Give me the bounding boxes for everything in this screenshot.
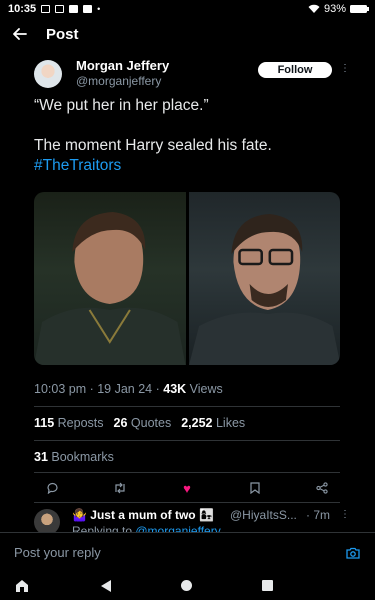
media-image-left[interactable]	[34, 192, 186, 365]
views-count: 43K	[163, 382, 187, 396]
tweet-meta: 10:03 pm · 19 Jan 24 · 43K Views	[34, 382, 223, 396]
repost-button[interactable]	[112, 480, 128, 496]
divider	[34, 502, 340, 503]
tweet-text-line: “We put her in her place.”	[34, 97, 209, 114]
back-button[interactable]	[0, 20, 40, 48]
quotes-stat[interactable]: 26 Quotes	[114, 416, 172, 430]
nav-recents-icon[interactable]	[262, 580, 273, 591]
replying-to-mention[interactable]: @morganjeffery	[135, 524, 220, 532]
quotes-count: 26	[113, 416, 128, 430]
avatar[interactable]	[34, 60, 62, 88]
notification-icon	[41, 5, 51, 13]
reposts-stat[interactable]: 115 Reposts	[34, 416, 104, 430]
page-title: Post	[46, 25, 79, 43]
tweet-timestamp: 10:03 pm · 19 Jan 24 ·	[34, 382, 164, 396]
follow-button[interactable]: Follow	[258, 62, 332, 78]
divider	[34, 406, 340, 407]
bookmarks-count: 31	[34, 450, 48, 464]
camera-button[interactable]	[345, 545, 361, 561]
status-time: 10:35	[8, 3, 37, 15]
system-nav-bar	[0, 572, 375, 600]
bookmarks-stat[interactable]: 31 Bookmarks	[34, 450, 114, 464]
repost-icon	[114, 482, 125, 494]
battery-icon	[350, 5, 369, 13]
replying-to: Replying to @morganjeffery	[72, 524, 221, 532]
reply-button[interactable]	[44, 480, 60, 496]
facebook-icon	[69, 5, 79, 13]
status-right: 93%	[308, 3, 369, 15]
tweet-text-spacer	[34, 116, 344, 136]
media-image-right[interactable]	[188, 192, 340, 365]
heart-filled-icon: ♥	[183, 480, 191, 496]
photo-man-smiling-icon	[34, 212, 186, 365]
status-left: 10:35 •	[8, 3, 100, 15]
reply-input[interactable]	[14, 545, 345, 560]
likes-label: Likes	[215, 416, 246, 430]
page-header: Post	[0, 20, 375, 48]
reposts-label: Reposts	[57, 416, 104, 430]
home-icon[interactable]	[14, 578, 30, 594]
likes-count: 2,252	[181, 416, 213, 430]
wifi-icon	[308, 4, 320, 13]
reply-author-handle[interactable]: @HiyaItsS...	[230, 508, 297, 522]
bookmark-icon	[249, 482, 260, 494]
replying-to-prefix: Replying to	[72, 524, 136, 532]
more-notifications-icon: •	[97, 4, 101, 14]
tweet-text-line: The moment Harry sealed his fate.	[34, 137, 272, 154]
author-handle[interactable]: @morganjeffery	[76, 74, 161, 88]
facebook-icon	[83, 5, 93, 13]
tweet-author: Morgan Jeffery @morganjeffery Follow ⋮	[34, 58, 354, 92]
comment-icon	[46, 482, 58, 494]
nav-back-icon[interactable]	[100, 579, 112, 593]
camera-icon	[346, 547, 360, 559]
likes-stat[interactable]: 2,252 Likes	[181, 416, 245, 430]
reposts-count: 115	[34, 416, 55, 430]
tweet-actions: ♥	[34, 478, 340, 498]
views-label: Views	[186, 382, 223, 396]
like-button[interactable]: ♥	[179, 480, 195, 496]
tweet-text: “We put her in her place.” The moment Ha…	[34, 96, 344, 176]
reply-avatar[interactable]	[34, 509, 60, 532]
divider	[34, 472, 340, 473]
reply-composer	[0, 532, 375, 572]
bookmarks-label: Bookmarks	[51, 450, 114, 464]
arrow-left-icon	[13, 28, 27, 40]
voicemail-icon	[55, 5, 65, 13]
photo-man-glasses-icon	[188, 214, 340, 365]
reply-time: · 7m	[306, 508, 330, 522]
reply-item[interactable]: 🤷‍♀️ Just a mum of two 👩‍👧 @HiyaItsS... …	[34, 506, 354, 532]
quotes-label: Quotes	[130, 416, 172, 430]
more-options-icon[interactable]: ⋮	[340, 63, 350, 74]
battery-percent: 93%	[323, 3, 346, 15]
tweet-stats: 115 Reposts 26 Quotes 2,252 Likes	[34, 416, 245, 430]
nav-home-circle-icon[interactable]	[181, 580, 192, 591]
share-button[interactable]	[314, 480, 330, 496]
reply-author-name[interactable]: 🤷‍♀️ Just a mum of two 👩‍👧	[72, 508, 214, 522]
divider	[34, 440, 340, 441]
status-bar: 10:35 • 93%	[0, 0, 375, 18]
tweet-media	[34, 192, 340, 365]
author-name[interactable]: Morgan Jeffery	[76, 58, 169, 73]
share-icon	[316, 482, 328, 494]
hashtag-link[interactable]: #TheTraitors	[34, 156, 344, 176]
more-options-icon[interactable]: ⋮	[340, 509, 350, 520]
bookmark-button[interactable]	[247, 480, 263, 496]
